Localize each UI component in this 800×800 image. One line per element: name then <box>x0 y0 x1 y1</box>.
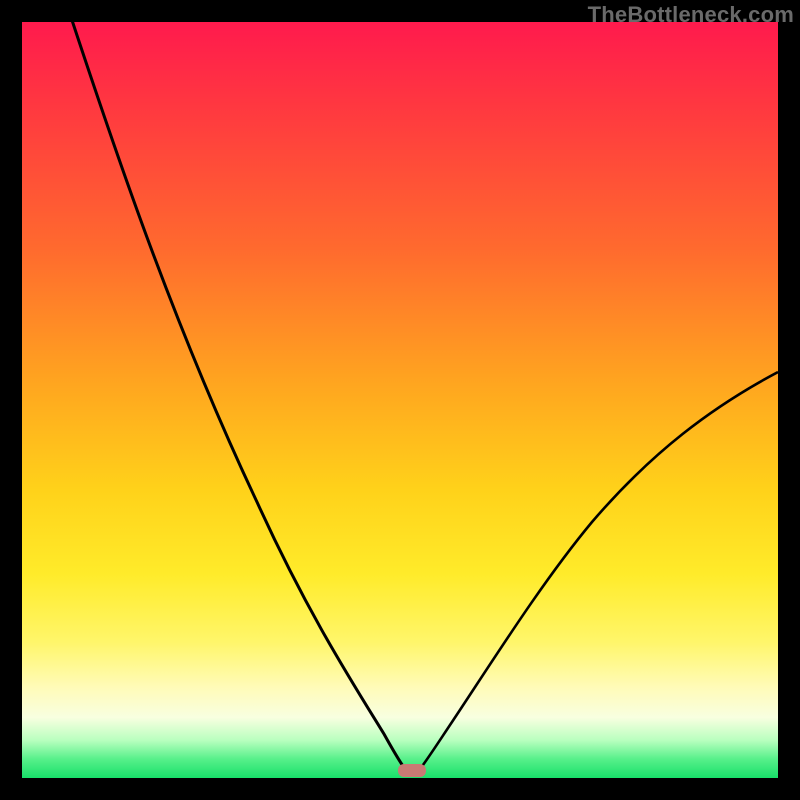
curve-left-branch <box>66 22 405 769</box>
bottleneck-curve <box>22 22 778 778</box>
plot-area <box>22 22 778 778</box>
chart-frame: TheBottleneck.com <box>0 0 800 800</box>
optimal-point-marker <box>398 764 426 777</box>
watermark-text: TheBottleneck.com <box>588 2 794 28</box>
curve-right-branch <box>420 372 778 769</box>
